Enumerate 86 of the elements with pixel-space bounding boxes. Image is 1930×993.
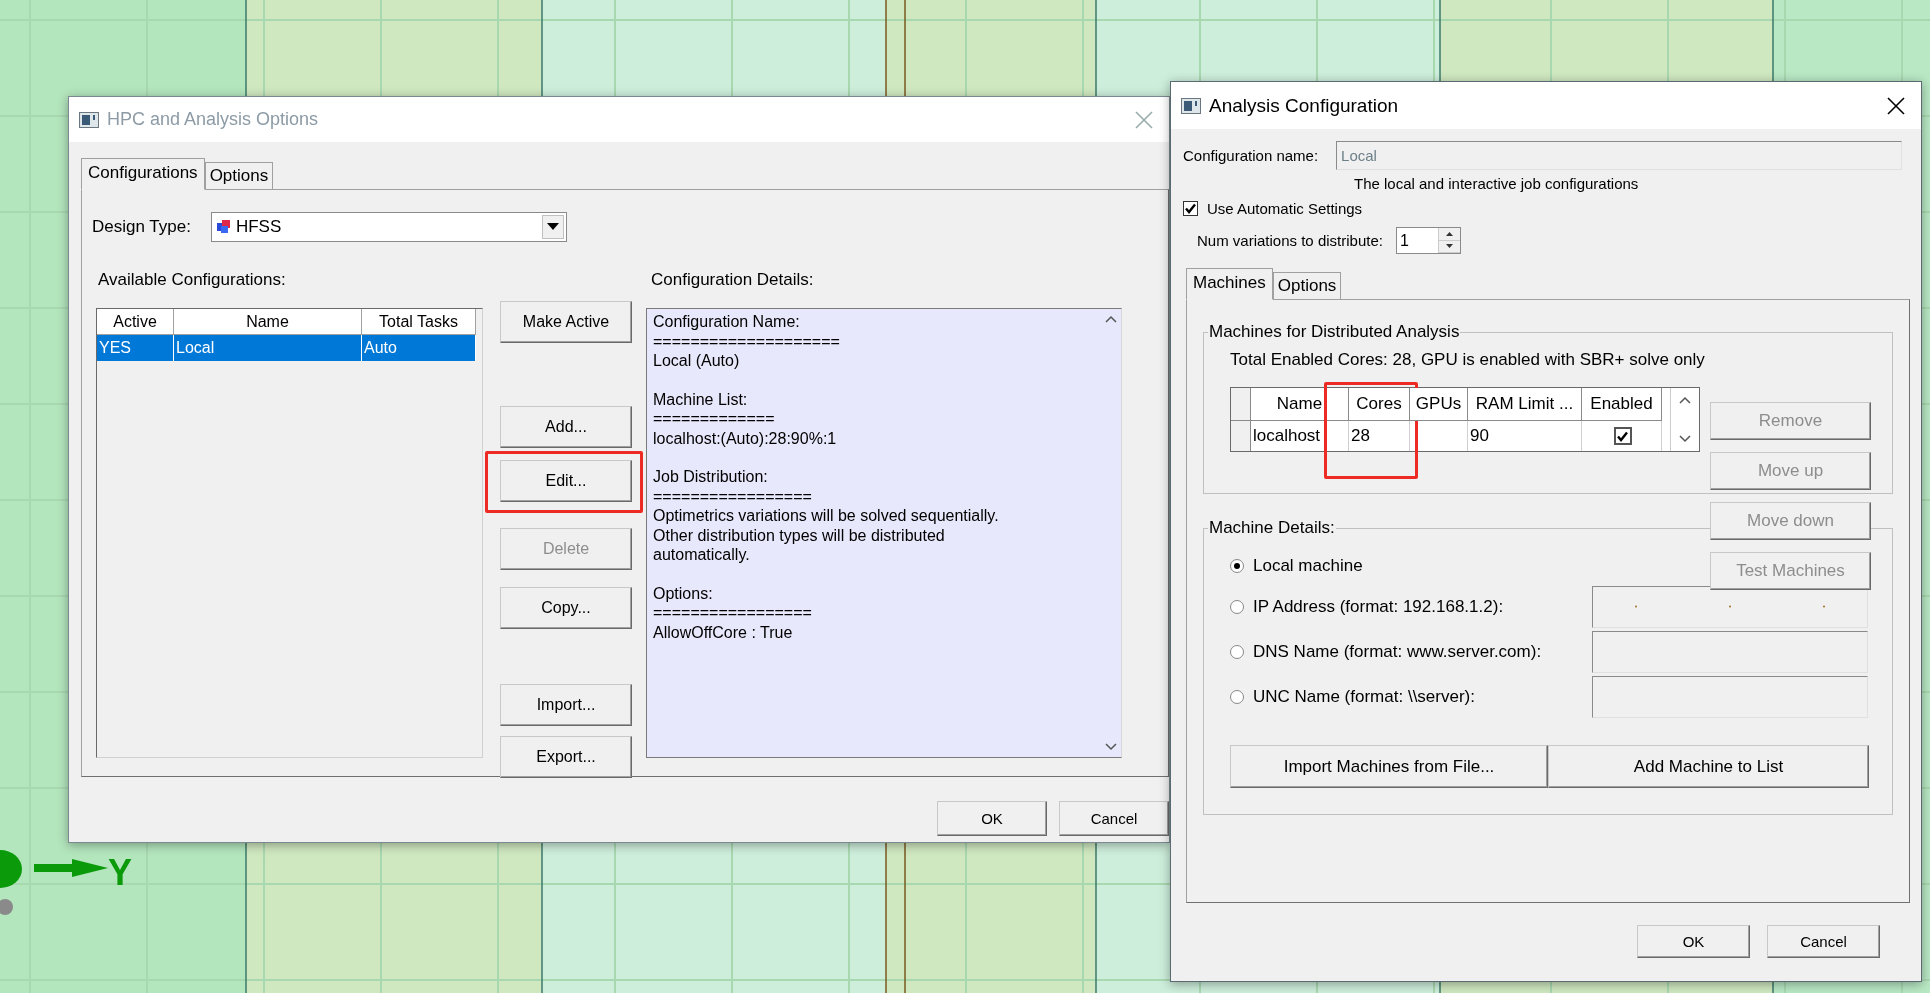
field-label: Design Type: bbox=[92, 217, 191, 237]
dialog-button[interactable]: Cancel bbox=[1767, 925, 1880, 958]
tab[interactable]: Options bbox=[204, 162, 274, 190]
tab[interactable]: Configurations bbox=[81, 158, 205, 190]
table-cell: 28 bbox=[1349, 421, 1410, 451]
table-cell: localhost bbox=[1251, 421, 1349, 451]
list-cell: YES bbox=[97, 335, 174, 361]
dialog-button[interactable]: Cancel bbox=[1059, 801, 1169, 836]
section-label: Available Configurations: bbox=[97, 270, 287, 290]
input-field[interactable] bbox=[1592, 630, 1868, 673]
scroll-down-icon bbox=[1104, 743, 1117, 751]
option-label: IP Address (format: 192.168.1.2): bbox=[1253, 596, 1504, 617]
input-field[interactable] bbox=[1592, 675, 1868, 718]
checkbox-label: Use Automatic Settings bbox=[1207, 200, 1363, 217]
tab[interactable]: Options bbox=[1272, 272, 1342, 300]
column-header[interactable]: Name bbox=[174, 309, 362, 335]
action-button[interactable]: Make Active bbox=[500, 301, 632, 343]
group-title: Machine Details: bbox=[1208, 518, 1336, 538]
radio-button[interactable] bbox=[1230, 689, 1244, 704]
details-line: localhost:(Auto):28:90%:1 bbox=[653, 428, 838, 448]
section-label: Configuration Details: bbox=[651, 270, 814, 290]
details-line: Local (Auto) bbox=[653, 351, 741, 371]
field-label: Num variations to distribute: bbox=[1197, 232, 1383, 249]
details-line: AllowOffCore : True bbox=[653, 622, 794, 642]
cube-icon bbox=[215, 219, 232, 235]
column-header[interactable]: GPUs bbox=[1410, 388, 1468, 421]
list-cell: Auto bbox=[362, 335, 476, 361]
close-icon bbox=[1887, 96, 1905, 115]
scroll-down-icon bbox=[1679, 435, 1691, 443]
action-button[interactable]: Edit... bbox=[500, 460, 632, 502]
details-line: ============= bbox=[653, 409, 776, 429]
list-row[interactable]: YES Local Auto bbox=[97, 335, 482, 361]
configuration-name-field[interactable]: Local bbox=[1336, 141, 1903, 170]
option-label: Local machine bbox=[1253, 556, 1363, 576]
spin-field[interactable]: 1 bbox=[1395, 227, 1461, 254]
dropdown-arrow-icon bbox=[546, 223, 559, 231]
summary-text: Total Enabled Cores: 28, GPU is enabled with SBR+ solve only bbox=[1230, 350, 1706, 370]
radio-button[interactable] bbox=[1230, 599, 1244, 614]
details-line: Optimetrics variations will be solved sequentially. bbox=[653, 506, 1000, 526]
checkbox[interactable] bbox=[1613, 427, 1632, 445]
column-header[interactable]: Name bbox=[1251, 388, 1349, 421]
group-title: Machines for Distributed Analysis bbox=[1208, 322, 1461, 342]
action-button[interactable]: Import Machines from File... bbox=[1230, 745, 1548, 788]
window-title: Analysis Configuration bbox=[1209, 94, 1400, 117]
details-line: ================= bbox=[653, 603, 813, 623]
column-header[interactable]: Enabled bbox=[1582, 388, 1662, 421]
radio-button[interactable] bbox=[1230, 644, 1244, 659]
radio-button[interactable] bbox=[1230, 559, 1244, 573]
design-type-dropdown[interactable]: HFSS bbox=[210, 212, 567, 242]
window-icon bbox=[1181, 97, 1201, 114]
axis-label: Y bbox=[108, 852, 132, 894]
dialog-button[interactable]: OK bbox=[1637, 925, 1750, 958]
details-line: Other distribution types will be distributed bbox=[653, 525, 946, 545]
window-icon bbox=[79, 111, 99, 128]
scroll-up-icon bbox=[1679, 396, 1691, 404]
field-label: Configuration name: bbox=[1183, 147, 1319, 164]
spin-down-icon bbox=[1445, 244, 1453, 249]
details-line: automatically. bbox=[653, 545, 751, 565]
action-button[interactable]: Import... bbox=[500, 684, 632, 726]
window-title: HPC and Analysis Options bbox=[107, 109, 320, 130]
tab[interactable]: Machines bbox=[1186, 268, 1273, 300]
details-line: Options: bbox=[653, 583, 714, 603]
details-line: ==================== bbox=[653, 331, 841, 351]
table-cell: 90 bbox=[1468, 421, 1582, 451]
list-cell: Local bbox=[174, 335, 362, 361]
action-button[interactable]: Add... bbox=[500, 406, 632, 448]
action-button[interactable]: Add Machine to List bbox=[1548, 745, 1869, 788]
column-header[interactable]: Cores bbox=[1349, 388, 1410, 421]
close-icon bbox=[1135, 110, 1153, 129]
details-line: ================= bbox=[653, 486, 813, 506]
dialog-button[interactable]: OK bbox=[937, 801, 1047, 836]
column-header[interactable]: Active bbox=[97, 309, 174, 335]
ip-address-field[interactable] bbox=[1592, 585, 1868, 628]
checkbox[interactable] bbox=[1183, 201, 1198, 216]
details-line: Job Distribution: bbox=[653, 467, 769, 487]
spin-up-icon bbox=[1445, 231, 1453, 236]
option-label: UNC Name (format: \\server): bbox=[1253, 686, 1475, 707]
description-text: The local and interactive job configurations bbox=[1354, 175, 1640, 192]
column-header[interactable]: RAM Limit ... bbox=[1468, 388, 1582, 421]
action-button[interactable]: Export... bbox=[500, 736, 632, 778]
scroll-up-icon bbox=[1104, 315, 1117, 323]
column-header[interactable]: Total Tasks bbox=[362, 309, 476, 335]
details-line: Machine List: bbox=[653, 389, 749, 409]
action-button[interactable]: Copy... bbox=[500, 587, 632, 629]
option-label: DNS Name (format: www.server.com): bbox=[1253, 641, 1542, 662]
details-line: Configuration Name: bbox=[653, 312, 801, 332]
